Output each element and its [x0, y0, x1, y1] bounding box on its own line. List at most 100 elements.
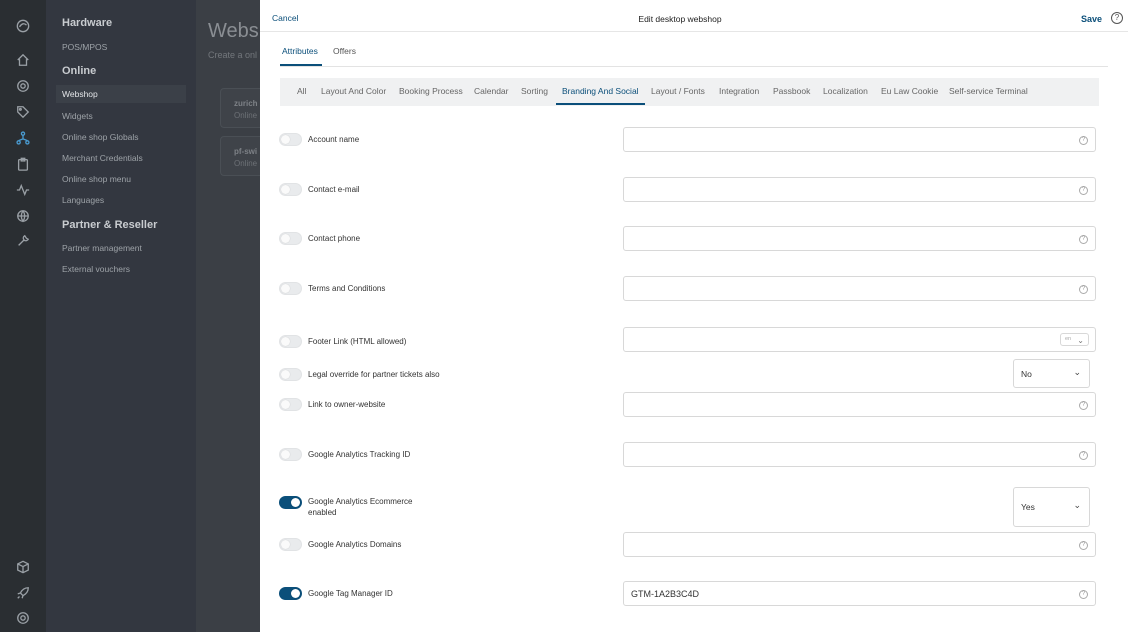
- select-value: Yes: [1021, 502, 1035, 512]
- gtm-input[interactable]: GTM-1A2B3C4D ?: [623, 581, 1096, 606]
- subtab-integration[interactable]: Integration: [719, 86, 759, 96]
- gtm-label: Google Tag Manager ID: [308, 589, 393, 598]
- subtab-branding-and-social[interactable]: Branding And Social: [562, 86, 639, 96]
- nav-item-online-shop-menu[interactable]: Online shop menu: [62, 174, 131, 184]
- ga-domains-toggle[interactable]: [279, 538, 302, 551]
- chevron-down-icon: ⌄: [1077, 336, 1084, 345]
- nav-item-partner-management[interactable]: Partner management: [62, 243, 142, 253]
- info-icon[interactable]: ?: [1079, 136, 1088, 145]
- info-icon[interactable]: ?: [1079, 285, 1088, 294]
- webshop-card-type: Online: [234, 159, 258, 168]
- webshop-card-name: zurich: [234, 99, 258, 108]
- tab-attributes[interactable]: Attributes: [282, 46, 318, 56]
- nav-item-webshop[interactable]: Webshop: [56, 85, 186, 103]
- contact-phone-toggle[interactable]: [279, 232, 302, 245]
- tag-icon[interactable]: [13, 102, 33, 122]
- account-name-label: Account name: [308, 135, 360, 144]
- info-icon[interactable]: ?: [1079, 541, 1088, 550]
- subtab-booking-process[interactable]: Booking Process: [399, 86, 463, 96]
- info-icon[interactable]: ?: [1079, 186, 1088, 195]
- ga-ecommerce-toggle[interactable]: [279, 496, 302, 509]
- contact-phone-label: Contact phone: [308, 234, 361, 243]
- input-value: GTM-1A2B3C4D: [631, 589, 700, 599]
- subtab-all[interactable]: All: [297, 86, 306, 96]
- home-icon[interactable]: [13, 50, 33, 70]
- ga-domains-label: Google Analytics Domains: [308, 540, 402, 549]
- globe-icon[interactable]: [13, 206, 33, 226]
- edit-webshop-modal: Cancel Edit desktop webshop Save ? Attri…: [260, 0, 1128, 632]
- terms-toggle[interactable]: [279, 282, 302, 295]
- info-icon[interactable]: ?: [1079, 235, 1088, 244]
- webshop-card-type: Online: [234, 111, 258, 120]
- ga-tracking-toggle[interactable]: [279, 448, 302, 461]
- main-tabs: Attributes Offers: [280, 36, 1108, 67]
- owner-website-toggle[interactable]: [279, 398, 302, 411]
- nav-item-online-shop-globals[interactable]: Online shop Globals: [62, 132, 139, 142]
- ga-ecommerce-select[interactable]: Yes ⌄: [1013, 487, 1090, 527]
- footer-link-label: Footer Link (HTML allowed): [308, 337, 407, 346]
- legal-override-select[interactable]: No ⌄: [1013, 359, 1090, 388]
- nav-section-hardware: Hardware: [62, 17, 113, 29]
- legal-override-toggle[interactable]: [279, 368, 302, 381]
- icon-rail: [0, 0, 46, 632]
- language-code: en: [1065, 336, 1072, 342]
- subtab-eu-law-cookie[interactable]: Eu Law Cookie: [881, 86, 938, 96]
- nav-item-widgets[interactable]: Widgets: [62, 111, 93, 121]
- legal-override-label: Legal override for partner tickets also: [308, 370, 440, 379]
- page-subtitle: Create a onl: [208, 50, 258, 60]
- network-icon[interactable]: [13, 128, 33, 148]
- nav-panel: Hardware POS/MPOS Online Webshop Widgets…: [46, 0, 196, 632]
- footer-link-input[interactable]: en ⌄: [623, 327, 1096, 352]
- ga-tracking-input[interactable]: ?: [623, 442, 1096, 467]
- help-icon[interactable]: ?: [1111, 12, 1123, 24]
- subtab-passbook[interactable]: Passbook: [773, 86, 810, 96]
- terms-input[interactable]: ?: [623, 276, 1096, 301]
- support-icon[interactable]: [13, 608, 33, 628]
- subtab-layout-and-color[interactable]: Layout And Color: [321, 86, 386, 96]
- footer-link-toggle[interactable]: [279, 335, 302, 348]
- owner-website-label: Link to owner-website: [308, 400, 386, 409]
- nav-section-online: Online: [62, 65, 97, 77]
- owner-website-input[interactable]: ?: [623, 392, 1096, 417]
- active-tab-indicator: [280, 64, 322, 66]
- info-icon[interactable]: ?: [1079, 451, 1088, 460]
- contact-email-toggle[interactable]: [279, 183, 302, 196]
- activity-icon[interactable]: [13, 180, 33, 200]
- contact-phone-input[interactable]: ?: [623, 226, 1096, 251]
- subtab-layout-fonts[interactable]: Layout / Fonts: [651, 86, 705, 96]
- chevron-down-icon: ⌄: [1073, 367, 1081, 377]
- save-button[interactable]: Save: [1081, 14, 1102, 24]
- logo-icon[interactable]: [13, 16, 33, 36]
- subtab-sorting[interactable]: Sorting: [521, 86, 548, 96]
- active-subtab-indicator: [556, 103, 645, 105]
- subtab-self-service-terminal[interactable]: Self-service Terminal: [949, 86, 1028, 96]
- subtabs-bar: All Layout And Color Booking Process Cal…: [280, 78, 1099, 106]
- contact-email-input[interactable]: ?: [623, 177, 1096, 202]
- info-icon[interactable]: ?: [1079, 590, 1088, 599]
- ga-domains-input[interactable]: ?: [623, 532, 1096, 557]
- chevron-down-icon: ⌄: [1073, 500, 1081, 510]
- clipboard-icon[interactable]: [13, 154, 33, 174]
- box-icon[interactable]: [13, 557, 33, 577]
- nav-item-languages[interactable]: Languages: [62, 195, 104, 205]
- info-icon[interactable]: ?: [1079, 401, 1088, 410]
- rocket-icon[interactable]: [13, 583, 33, 603]
- tools-icon[interactable]: [13, 231, 33, 251]
- settings-icon[interactable]: [13, 76, 33, 96]
- subtab-localization[interactable]: Localization: [823, 86, 868, 96]
- nav-section-partner-reseller: Partner & Reseller: [62, 219, 158, 231]
- nav-item-external-vouchers[interactable]: External vouchers: [62, 264, 130, 274]
- gtm-toggle[interactable]: [279, 587, 302, 600]
- account-name-toggle[interactable]: [279, 133, 302, 146]
- terms-label: Terms and Conditions: [308, 284, 386, 293]
- ga-tracking-label: Google Analytics Tracking ID: [308, 450, 411, 459]
- ga-ecommerce-label: Google Analytics Ecommerce enabled: [308, 497, 413, 517]
- tab-offers[interactable]: Offers: [333, 46, 356, 56]
- nav-item-pos-mpos[interactable]: POS/MPOS: [62, 42, 107, 52]
- account-name-input[interactable]: ?: [623, 127, 1096, 152]
- subtab-calendar[interactable]: Calendar: [474, 86, 509, 96]
- nav-item-merchant-credentials[interactable]: Merchant Credentials: [62, 153, 143, 163]
- select-value: No: [1021, 369, 1032, 379]
- language-select[interactable]: en ⌄: [1060, 333, 1089, 346]
- modal-title: Edit desktop webshop: [638, 14, 722, 24]
